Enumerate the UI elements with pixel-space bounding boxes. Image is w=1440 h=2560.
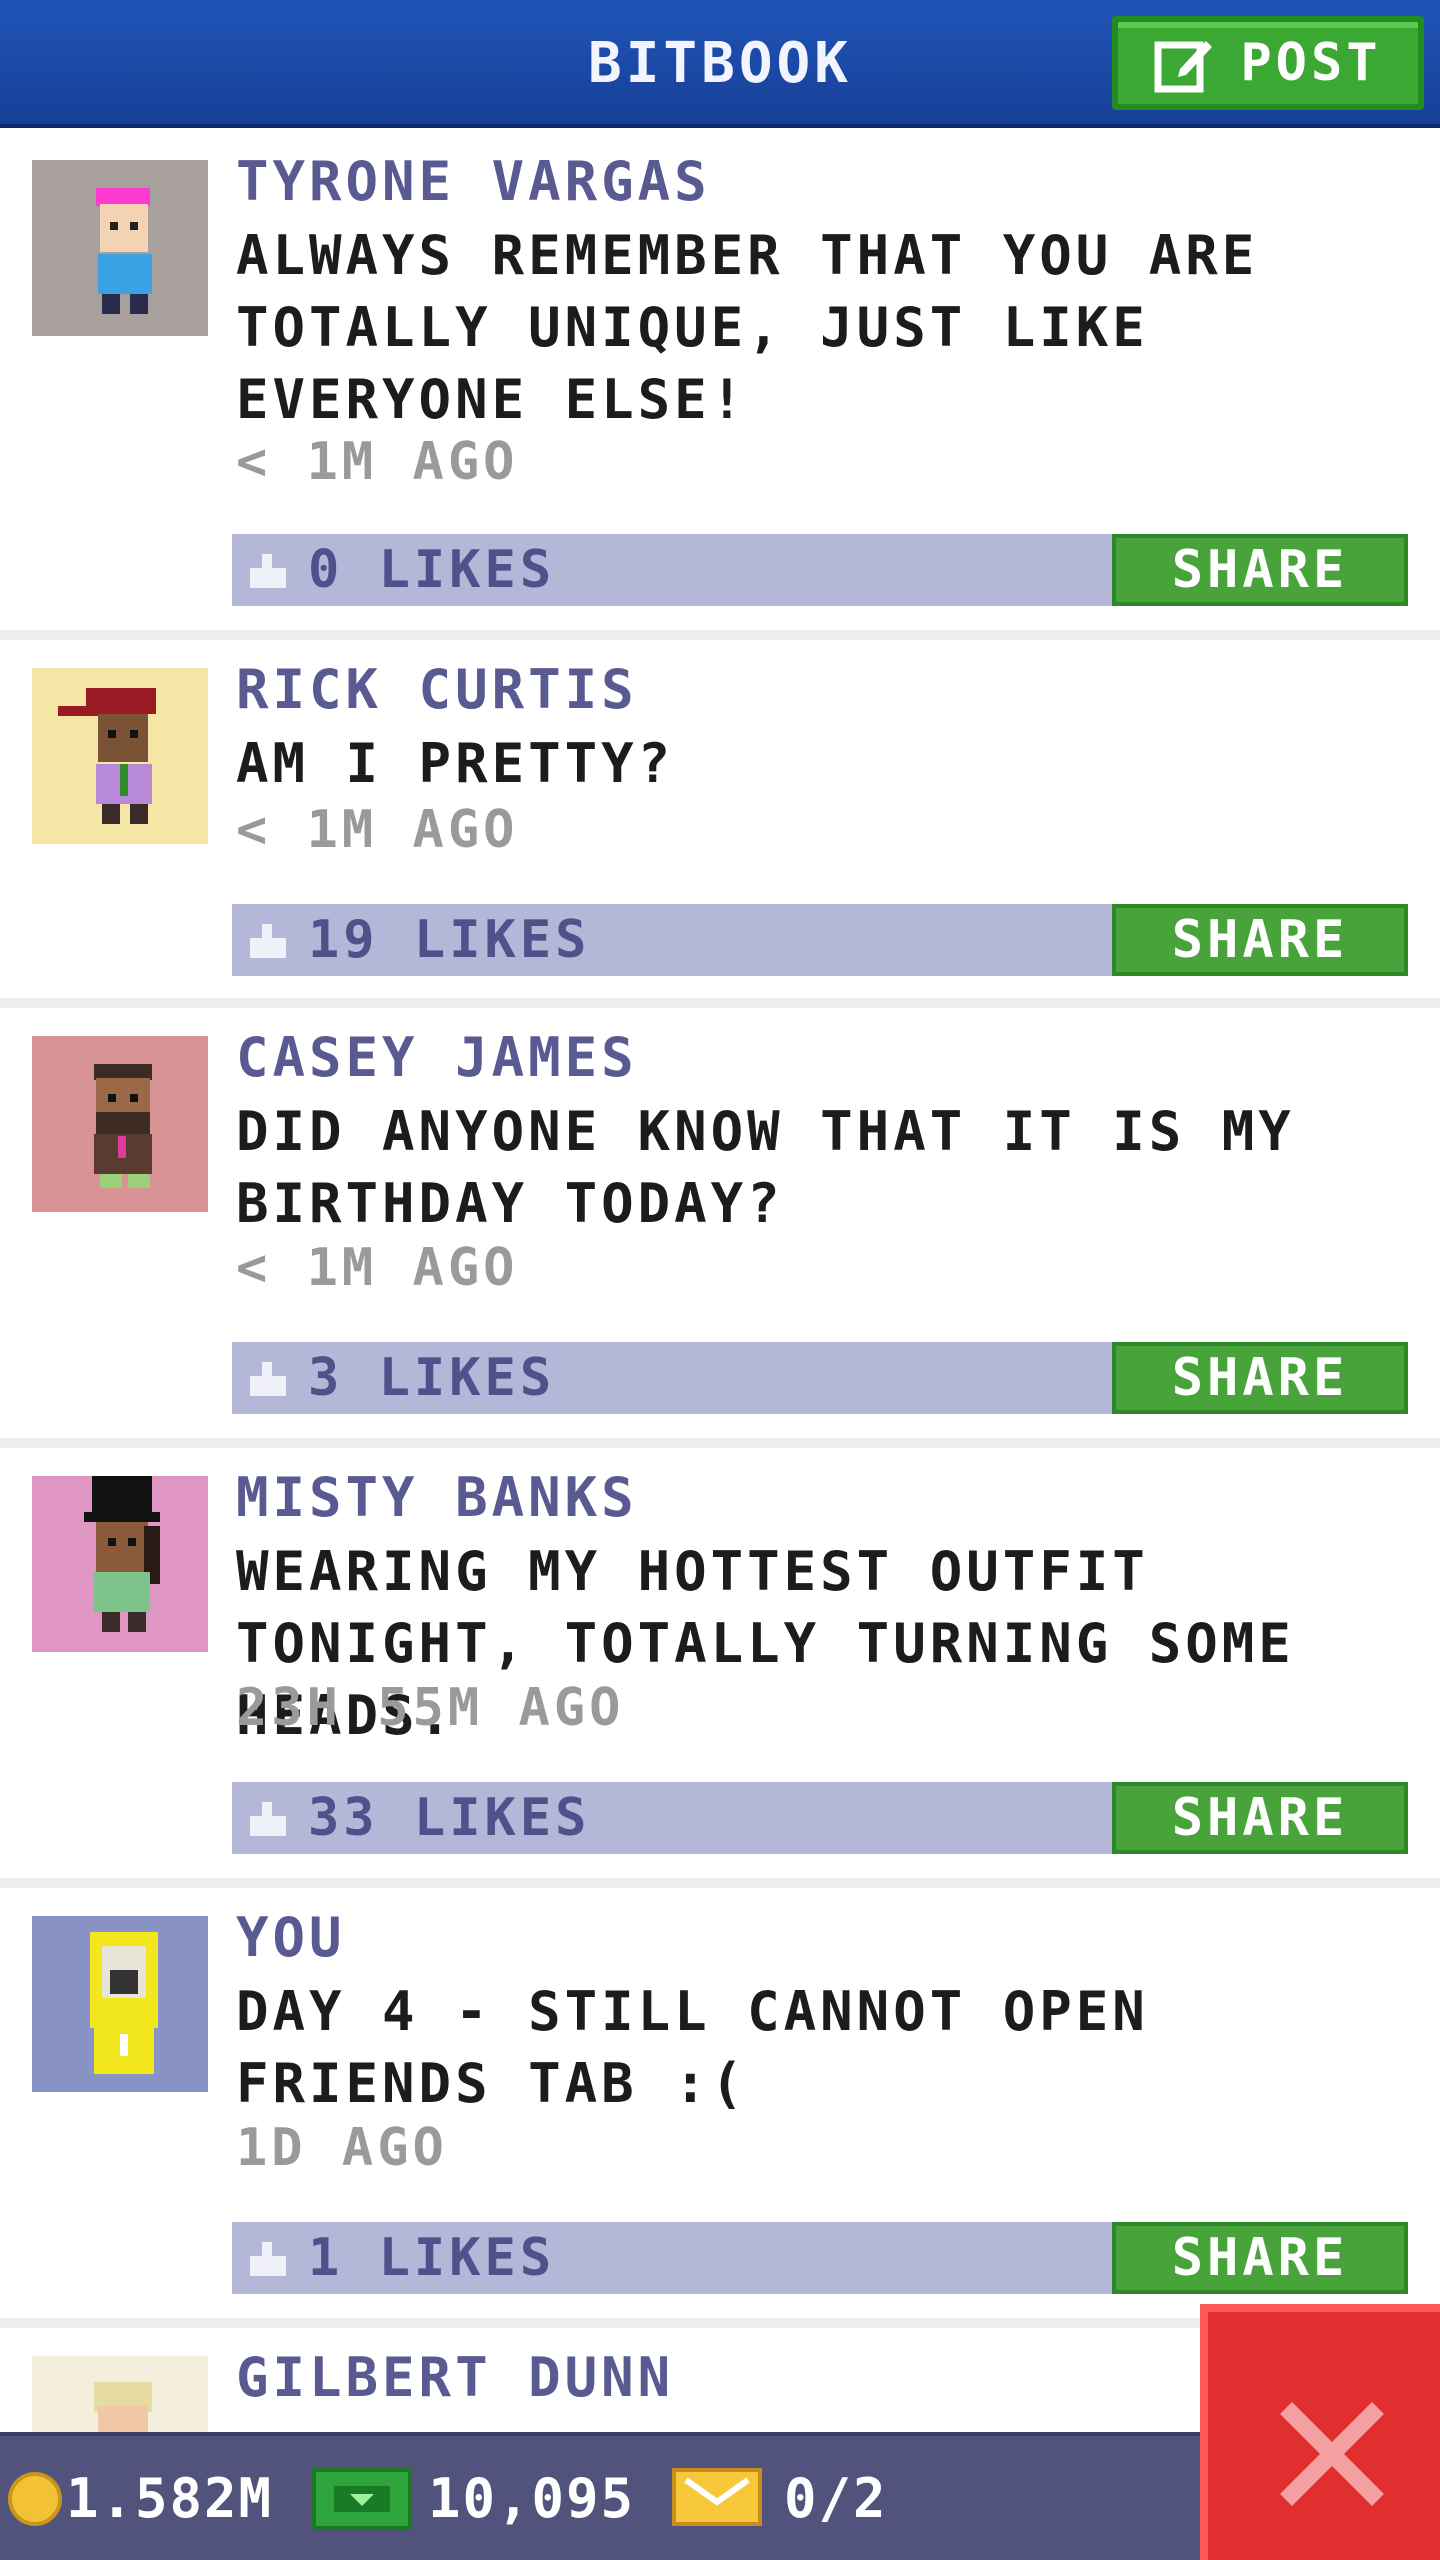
like-bar: 33 LIKES SHARE (232, 1782, 1408, 1854)
ticket-icon (672, 2468, 762, 2526)
like-bar: 3 LIKES SHARE (232, 1342, 1408, 1414)
like-count: 33 LIKES (308, 1788, 591, 1848)
share-button[interactable]: SHARE (1112, 1782, 1408, 1854)
thumbs-up-icon[interactable] (246, 1356, 290, 1400)
post-time: 1D AGO (236, 2118, 448, 2178)
avatar[interactable] (32, 1476, 208, 1652)
feed-post: TYRONE VARGAS ALWAYS REMEMBER THAT YOU A… (0, 132, 1440, 640)
post-author[interactable]: TYRONE VARGAS (236, 150, 711, 213)
post-author[interactable]: CASEY JAMES (236, 1026, 638, 1089)
coin-icon (8, 2472, 62, 2526)
coins-count: 1.582M (66, 2467, 274, 2530)
post-button-label: POST (1240, 33, 1382, 93)
post-author[interactable]: MISTY BANKS (236, 1466, 638, 1529)
thumbs-up-icon[interactable] (246, 548, 290, 592)
like-bar: 1 LIKES SHARE (232, 2222, 1408, 2294)
post-author[interactable]: GILBERT DUNN (236, 2346, 674, 2409)
post-message: DAY 4 - STILL CANNOT OPEN FRIENDS TAB :( (236, 1980, 1149, 2115)
like-bar: 19 LIKES SHARE (232, 904, 1408, 976)
post-time: 23H 55M AGO (236, 1678, 625, 1738)
post-time: < 1M AGO (236, 432, 519, 492)
post-message: ALWAYS REMEMBER THAT YOU ARE TOTALLY UNI… (236, 224, 1259, 431)
close-button[interactable] (1200, 2304, 1440, 2560)
avatar[interactable] (32, 1036, 208, 1212)
like-count: 0 LIKES (308, 540, 556, 600)
thumbs-up-icon[interactable] (246, 1796, 290, 1840)
thumbs-up-icon[interactable] (246, 918, 290, 962)
like-count: 19 LIKES (308, 910, 591, 970)
feed-post: RICK CURTIS AM I PRETTY? < 1M AGO 19 LIK… (0, 640, 1440, 1008)
share-button[interactable]: SHARE (1112, 1342, 1408, 1414)
like-count: 1 LIKES (308, 2228, 556, 2288)
bux-icon (312, 2468, 412, 2530)
post-author[interactable]: YOU (236, 1906, 346, 1969)
post-button[interactable]: POST (1112, 16, 1424, 110)
post-time: < 1M AGO (236, 1238, 519, 1298)
avatar[interactable] (32, 160, 208, 336)
avatar[interactable] (32, 668, 208, 844)
edit-icon (1154, 33, 1214, 93)
bux-count: 10,095 (428, 2467, 636, 2530)
post-message: DID ANYONE KNOW THAT IT IS MY BIRTHDAY T… (236, 1100, 1295, 1235)
avatar[interactable] (32, 1916, 208, 2092)
close-icon (1272, 2392, 1392, 2516)
feed-post: YOU DAY 4 - STILL CANNOT OPEN FRIENDS TA… (0, 1888, 1440, 2328)
tickets-count: 0/2 (784, 2467, 888, 2530)
share-button[interactable]: SHARE (1112, 2222, 1408, 2294)
thumbs-up-icon[interactable] (246, 2236, 290, 2280)
post-message: AM I PRETTY? (236, 732, 675, 795)
share-button[interactable]: SHARE (1112, 904, 1408, 976)
feed-post: MISTY BANKS WEARING MY HOTTEST OUTFIT TO… (0, 1448, 1440, 1888)
post-author[interactable]: RICK CURTIS (236, 658, 638, 721)
share-button[interactable]: SHARE (1112, 534, 1408, 606)
news-feed[interactable]: TYRONE VARGAS ALWAYS REMEMBER THAT YOU A… (0, 132, 1440, 2532)
post-time: < 1M AGO (236, 800, 519, 860)
like-count: 3 LIKES (308, 1348, 556, 1408)
like-bar: 0 LIKES SHARE (232, 534, 1408, 606)
feed-post: CASEY JAMES DID ANYONE KNOW THAT IT IS M… (0, 1008, 1440, 1448)
